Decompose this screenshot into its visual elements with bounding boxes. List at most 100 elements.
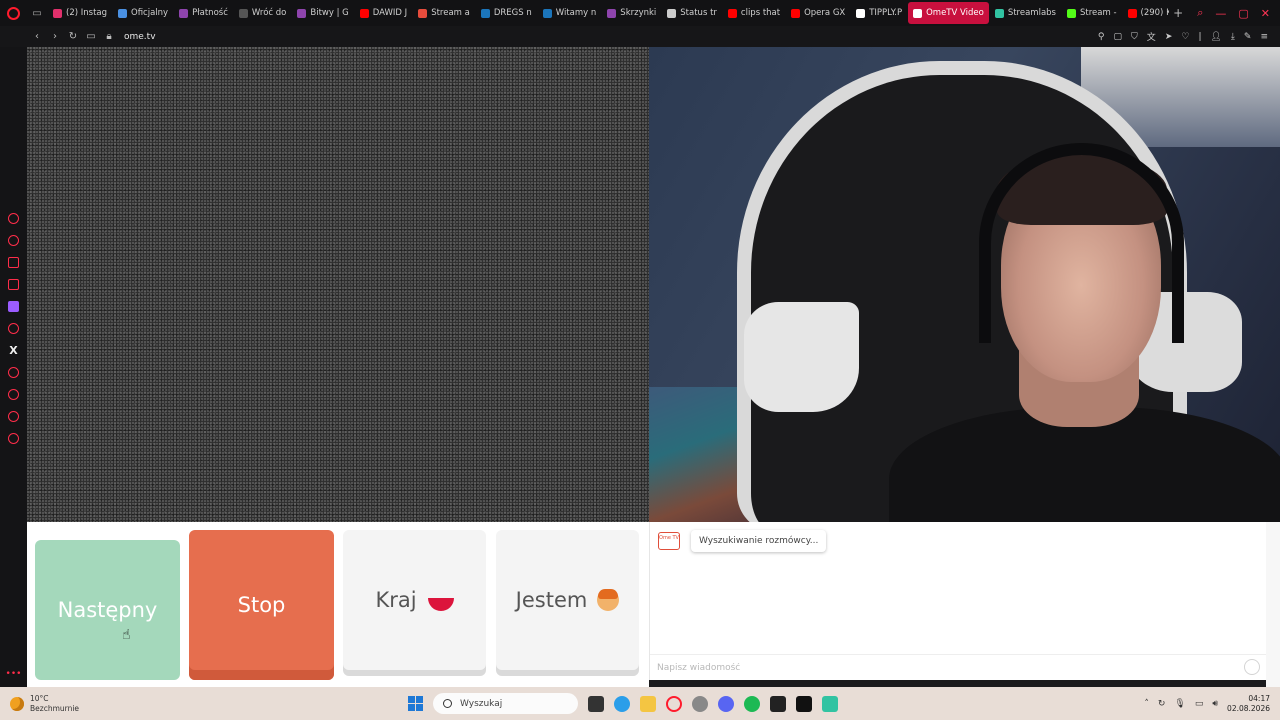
browser-tab[interactable]: OmeTV Video	[908, 2, 989, 24]
snapshot-icon[interactable]: ▢	[1114, 32, 1123, 42]
tab-label: TIPPLY.P	[869, 8, 903, 18]
system-tray: ˄ ↻ 🎙︎ ▭ 🔊︎ 04:17 02.08.2026	[1144, 687, 1270, 720]
maximize-icon[interactable]: ▢	[1238, 7, 1248, 20]
display-icon[interactable]: ▭	[1195, 699, 1204, 709]
x-twitter-icon[interactable]: X	[8, 345, 19, 356]
browser-tab[interactable]: Stream -	[1062, 2, 1122, 24]
tab-label: Stream -	[1079, 8, 1117, 18]
emoji-icon[interactable]	[1244, 659, 1260, 675]
spotify-icon[interactable]	[744, 695, 760, 712]
tab-label: Witamy n	[555, 8, 597, 18]
tab-label: Stream a	[431, 8, 470, 18]
volume-icon[interactable]: 🔊︎	[1212, 699, 1218, 709]
gx-control-icon[interactable]	[8, 213, 19, 224]
browser-tab[interactable]: clips that	[723, 2, 785, 24]
moon-icon	[10, 696, 24, 711]
minimize-icon[interactable]: —	[1215, 7, 1226, 20]
tab-favicon-icon	[238, 8, 248, 18]
page-scrollbar[interactable]	[1266, 522, 1280, 687]
browser-tab[interactable]: Skrzynki	[602, 2, 661, 24]
settings-icon[interactable]	[8, 433, 19, 444]
percent-icon[interactable]	[8, 323, 19, 334]
browser-tab[interactable]: Oficjalny	[113, 2, 173, 24]
stop-button[interactable]: Stop	[189, 530, 334, 680]
heart-icon[interactable]: ♡	[1181, 32, 1189, 42]
browser-tab[interactable]: Status tr	[662, 2, 722, 24]
browser-tab[interactable]: Witamy n	[538, 2, 602, 24]
instagram-icon[interactable]	[8, 279, 19, 290]
camera-icon[interactable]: ▭	[82, 31, 100, 42]
ai-icon[interactable]: ✎	[1244, 32, 1252, 42]
twitch-icon[interactable]	[8, 301, 19, 312]
send-icon[interactable]: ➤	[1165, 32, 1173, 42]
forward-icon[interactable]: ›	[46, 31, 64, 42]
more-icon[interactable]: •••	[6, 669, 22, 679]
tab-favicon-icon	[856, 8, 866, 18]
country-button[interactable]: Kraj	[343, 530, 486, 670]
new-tab-button[interactable]: +	[1169, 6, 1187, 20]
history-icon[interactable]	[8, 389, 19, 400]
tab-label: Opera GX	[804, 8, 846, 18]
close-icon[interactable]: ✕	[1261, 7, 1270, 20]
tab-label: clips that	[740, 8, 781, 18]
pin-icon[interactable]: ⚲	[1098, 32, 1105, 42]
tab-label: Status tr	[680, 8, 717, 18]
back-icon[interactable]: ‹	[28, 31, 46, 42]
browser-tab[interactable]: (290) Kul	[1123, 2, 1169, 24]
workspaces-icon[interactable]: ▭	[26, 0, 48, 26]
browser-tab[interactable]: Opera GX	[786, 2, 850, 24]
menu-icon[interactable]: ≡	[1260, 32, 1268, 42]
browser-tab[interactable]: DREGS n	[476, 2, 537, 24]
chat-icon[interactable]	[8, 411, 19, 422]
player-icon[interactable]	[8, 257, 19, 268]
reload-icon[interactable]: ↻	[64, 31, 82, 42]
weather-temp: 10°C	[30, 693, 49, 703]
taskbar-apps: Wyszukaj	[408, 687, 838, 720]
partner-video-static	[27, 47, 649, 522]
separator: |	[1198, 31, 1202, 42]
browser-tab[interactable]: Bitwy | G	[292, 2, 353, 24]
profile-icon[interactable]: 👤︎	[1210, 32, 1221, 42]
self-camera-video	[649, 47, 1280, 522]
browser-tab[interactable]: (2) Instag	[48, 2, 112, 24]
browser-tab[interactable]: TIPPLY.P	[851, 2, 907, 24]
gx-corner-icon[interactable]	[8, 235, 19, 246]
browser-tab[interactable]: DAWID J	[355, 2, 412, 24]
download-icon[interactable]: ⤓	[1231, 32, 1235, 42]
message-input[interactable]	[657, 662, 1217, 673]
url-field[interactable]: ome.tv	[124, 32, 156, 42]
windows-start-icon[interactable]	[408, 696, 423, 711]
tab-favicon-icon	[667, 8, 677, 18]
browser-tab[interactable]: Streamlabs	[990, 2, 1061, 24]
capcut-icon[interactable]	[770, 695, 786, 712]
tab-label: (2) Instag	[66, 8, 108, 18]
next-button[interactable]: Następny	[35, 540, 180, 680]
opera-logo-icon[interactable]	[0, 0, 26, 26]
gender-button[interactable]: Jestem	[496, 530, 639, 670]
settings-app-icon[interactable]	[692, 695, 708, 712]
tray-chevron-icon[interactable]: ˄	[1144, 699, 1149, 709]
file-explorer-icon[interactable]	[640, 695, 656, 712]
browser-tab[interactable]: Stream a	[413, 2, 475, 24]
tab-favicon-icon	[542, 8, 552, 18]
tab-favicon-icon	[1127, 8, 1137, 18]
browser-tab[interactable]: Wróć do	[234, 2, 292, 24]
microphone-icon[interactable]: 🎙︎	[1174, 699, 1185, 709]
weather-widget[interactable]: 10°C Bezchmurnie	[10, 694, 79, 714]
search-tabs-icon[interactable]: ⌕	[1197, 6, 1203, 20]
add-icon[interactable]	[8, 367, 19, 378]
shield-icon[interactable]: ⛉	[1131, 32, 1138, 42]
tab-label: DAWID J	[372, 8, 408, 18]
app-icon[interactable]	[796, 695, 812, 712]
opera-gx-icon[interactable]	[666, 695, 682, 712]
tab-favicon-icon	[118, 8, 128, 18]
translate-icon[interactable]: 文	[1147, 30, 1156, 43]
sync-icon[interactable]: ↻	[1158, 699, 1166, 709]
discord-icon[interactable]	[718, 695, 734, 712]
taskbar-search[interactable]: Wyszukaj	[433, 693, 578, 714]
browser-tab[interactable]: Płatność	[174, 2, 233, 24]
task-view-icon[interactable]	[588, 695, 604, 712]
clock[interactable]: 04:17 02.08.2026	[1227, 694, 1270, 714]
edge-icon[interactable]	[614, 695, 630, 712]
streamlabs-icon[interactable]	[822, 695, 838, 712]
